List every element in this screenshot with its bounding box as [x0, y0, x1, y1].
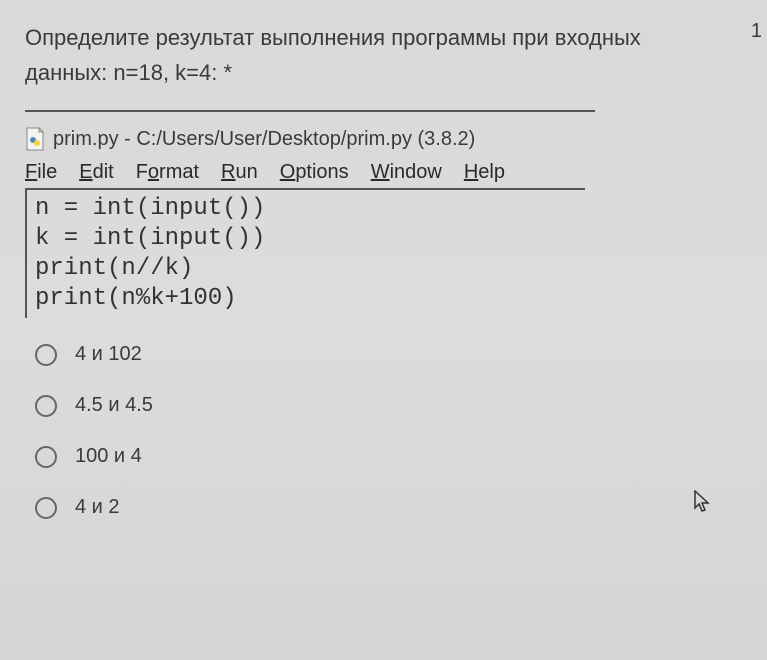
- code-line-3: print(n//k): [35, 254, 577, 284]
- radio-icon: [35, 395, 57, 417]
- option-2[interactable]: 4.5 и 4.5: [35, 394, 742, 417]
- menu-run[interactable]: Run: [221, 161, 258, 184]
- code-line-4: print(n%k+100): [35, 284, 577, 314]
- menu-format[interactable]: Format: [136, 161, 199, 184]
- cursor-icon: [694, 490, 712, 519]
- window-title-text: prim.py - C:/Users/User/Desktop/prim.py …: [53, 128, 475, 151]
- option-1[interactable]: 4 и 102: [35, 343, 742, 366]
- option-2-label: 4.5 и 4.5: [75, 394, 153, 417]
- question-line1: Определите результат выполнения программ…: [25, 25, 641, 50]
- option-4[interactable]: 4 и 2: [35, 496, 742, 519]
- answer-options: 4 и 102 4.5 и 4.5 100 и 4 4 и 2: [25, 343, 742, 519]
- idle-window-title: prim.py - C:/Users/User/Desktop/prim.py …: [25, 127, 742, 151]
- option-3[interactable]: 100 и 4: [35, 445, 742, 468]
- option-4-label: 4 и 2: [75, 496, 120, 519]
- radio-icon: [35, 446, 57, 468]
- code-editor: n = int(input()) k = int(input()) print(…: [25, 188, 585, 318]
- menu-edit[interactable]: Edit: [79, 161, 113, 184]
- radio-icon: [35, 344, 57, 366]
- menu-file[interactable]: File: [25, 161, 57, 184]
- question-prompt: Определите результат выполнения программ…: [25, 20, 742, 90]
- divider: [25, 110, 595, 112]
- code-line-1: n = int(input()): [35, 194, 577, 224]
- option-1-label: 4 и 102: [75, 343, 142, 366]
- code-line-2: k = int(input()): [35, 224, 577, 254]
- menu-window[interactable]: Window: [371, 161, 442, 184]
- points-badge: 1: [751, 20, 762, 43]
- menu-options[interactable]: Options: [280, 161, 349, 184]
- python-file-icon: [25, 127, 45, 151]
- menu-bar: File Edit Format Run Options Window Help: [25, 161, 742, 184]
- question-line2: данных: n=18, k=4: *: [25, 60, 232, 85]
- option-3-label: 100 и 4: [75, 445, 142, 468]
- radio-icon: [35, 497, 57, 519]
- menu-help[interactable]: Help: [464, 161, 505, 184]
